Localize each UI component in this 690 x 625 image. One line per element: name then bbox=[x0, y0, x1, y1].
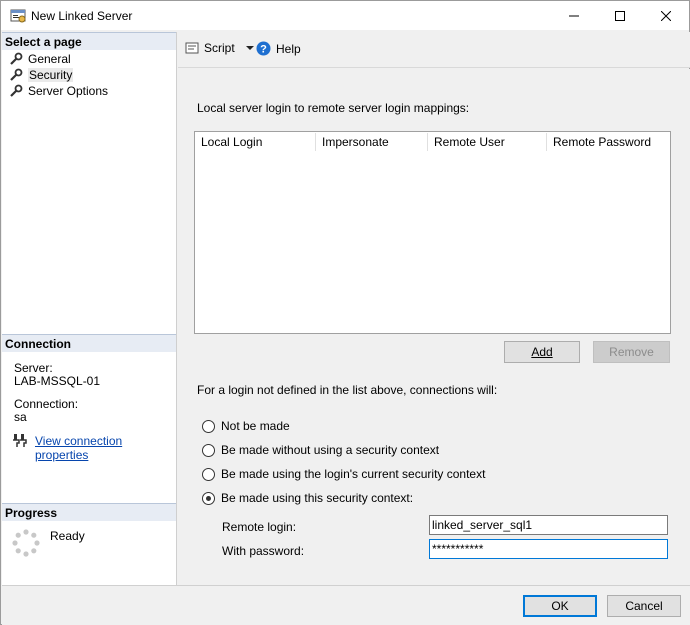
help-button[interactable]: ? Help bbox=[256, 41, 301, 56]
window-title: New Linked Server bbox=[31, 9, 133, 23]
add-button-label: Add bbox=[531, 345, 553, 359]
linked-server-app-icon bbox=[10, 9, 26, 23]
page-item-security[interactable]: Security bbox=[9, 67, 74, 83]
help-label: Help bbox=[276, 41, 301, 56]
radio-button-selected[interactable] bbox=[202, 491, 215, 505]
minimize-button[interactable] bbox=[551, 1, 597, 31]
login-mappings-grid[interactable]: Local Login Impersonate Remote User Remo… bbox=[194, 131, 671, 334]
security-page: Local server login to remote server logi… bbox=[178, 69, 690, 585]
close-icon bbox=[661, 11, 671, 21]
page-label-server-options: Server Options bbox=[28, 84, 109, 98]
right-pane: Script ? Help Local server login to remo… bbox=[178, 32, 690, 585]
progress-header: Progress bbox=[2, 503, 176, 521]
progress-spinner-icon bbox=[12, 529, 40, 557]
grid-header: Local Login Impersonate Remote User Remo… bbox=[195, 132, 670, 152]
script-button[interactable]: Script bbox=[185, 41, 260, 55]
chevron-down-icon[interactable] bbox=[245, 43, 255, 53]
column-local-login[interactable]: Local Login bbox=[195, 133, 316, 151]
select-a-page-header: Select a page bbox=[2, 32, 176, 50]
connection-properties-icon bbox=[13, 434, 27, 447]
remote-login-input[interactable] bbox=[429, 515, 668, 535]
minimize-icon bbox=[569, 15, 579, 17]
radio-this-security-context[interactable]: Be made using this security context: bbox=[202, 491, 413, 505]
toolbar: Script ? Help bbox=[178, 32, 690, 68]
title-bar: New Linked Server bbox=[1, 1, 689, 31]
svg-text:?: ? bbox=[260, 44, 267, 56]
view-connection-properties-link[interactable]: View connection properties bbox=[35, 434, 176, 462]
page-label-security: Security bbox=[28, 68, 74, 82]
add-button[interactable]: Add bbox=[504, 341, 580, 363]
cancel-button[interactable]: Cancel bbox=[607, 595, 681, 617]
connection-value: sa bbox=[14, 410, 27, 424]
radio-button[interactable] bbox=[202, 443, 215, 457]
radio-label: Be made without using a security context bbox=[221, 443, 440, 457]
column-remote-user[interactable]: Remote User bbox=[428, 133, 547, 151]
login-mappings-label: Local server login to remote server logi… bbox=[197, 101, 470, 115]
column-remote-password[interactable]: Remote Password bbox=[547, 133, 670, 151]
wrench-icon bbox=[10, 68, 23, 81]
left-pane: Select a page General Security Server Op… bbox=[2, 32, 177, 585]
page-label-general: General bbox=[28, 52, 71, 66]
script-icon bbox=[185, 42, 199, 54]
script-label: Script bbox=[204, 41, 235, 55]
wrench-icon bbox=[10, 84, 23, 97]
remove-button-label: Remove bbox=[609, 345, 654, 359]
page-item-server-options[interactable]: Server Options bbox=[9, 83, 108, 99]
help-icon: ? bbox=[256, 41, 271, 56]
server-value: LAB-MSSQL-01 bbox=[14, 374, 101, 388]
radio-label: Not be made bbox=[221, 419, 290, 433]
dialog-footer: OK Cancel bbox=[2, 585, 690, 625]
page-item-general[interactable]: General bbox=[9, 51, 71, 67]
radio-label: Be made using this security context: bbox=[221, 491, 414, 505]
with-password-label: With password: bbox=[222, 544, 305, 558]
wrench-icon bbox=[10, 52, 23, 65]
maximize-icon bbox=[615, 11, 625, 21]
radio-not-be-made[interactable]: Not be made bbox=[202, 419, 290, 433]
remove-button[interactable]: Remove bbox=[593, 341, 670, 363]
radio-current-security-context[interactable]: Be made using the login's current securi… bbox=[202, 467, 485, 481]
connection-header: Connection bbox=[2, 334, 176, 352]
password-input[interactable] bbox=[429, 539, 668, 559]
radio-without-security-context[interactable]: Be made without using a security context bbox=[202, 443, 439, 457]
fallback-behavior-label: For a login not defined in the list abov… bbox=[197, 383, 498, 397]
close-button[interactable] bbox=[643, 1, 689, 31]
radio-button[interactable] bbox=[202, 419, 215, 433]
maximize-button[interactable] bbox=[597, 1, 643, 31]
progress-status: Ready bbox=[50, 529, 85, 543]
new-linked-server-dialog: New Linked Server Select a page General … bbox=[0, 0, 690, 625]
column-impersonate[interactable]: Impersonate bbox=[316, 133, 428, 151]
radio-label: Be made using the login's current securi… bbox=[221, 467, 486, 481]
radio-button[interactable] bbox=[202, 467, 215, 481]
ok-button[interactable]: OK bbox=[523, 595, 597, 617]
remote-login-label: Remote login: bbox=[222, 520, 297, 534]
